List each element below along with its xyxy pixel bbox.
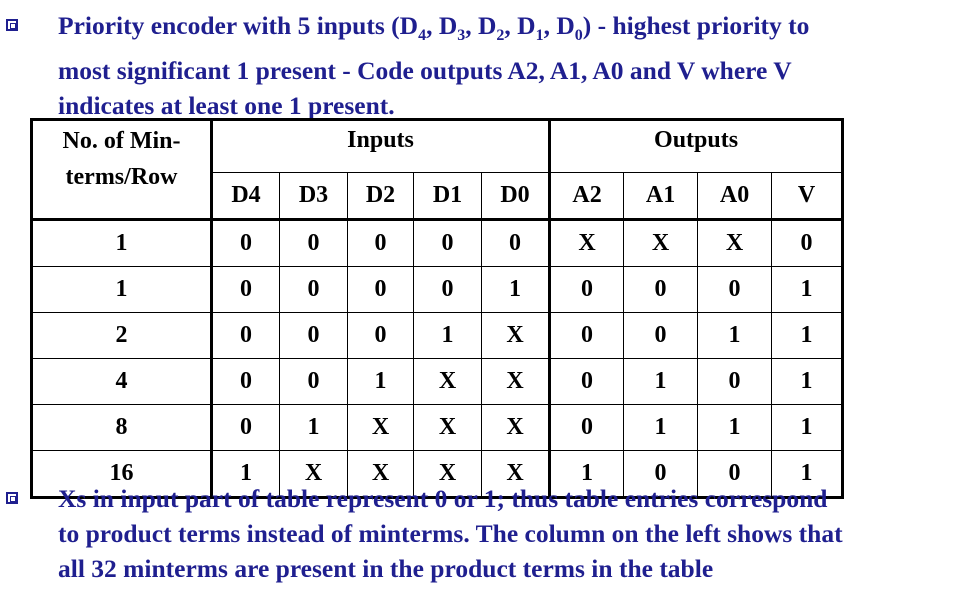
minterm-count-cell: 1 [31,219,213,267]
column-header-d1: D1 [413,172,482,221]
output-cell: 0 [771,219,844,267]
table-header-group-row: No. of Min- terms/Row Inputs Outputs [31,119,844,221]
input-cell: 0 [211,266,280,313]
column-header-d3: D3 [279,172,348,221]
output-cell: 1 [771,358,844,405]
input-cell: 0 [211,312,280,359]
output-cell: 1 [697,404,773,451]
input-cell: 0 [347,266,414,313]
output-cell: 0 [549,404,625,451]
output-cell: X [697,219,773,267]
input-cell: 0 [211,404,280,451]
output-cell: 0 [549,358,625,405]
text-segment: , D [543,11,575,40]
text-segment: Priority encoder with 5 inputs (D [58,11,419,40]
output-cell: 0 [549,312,625,359]
bullet-text-2: Xs in input part of table represent 0 or… [58,481,843,586]
corner-header-line-2: terms/Row [65,164,178,190]
input-cell: 1 [413,312,482,359]
input-cell: 0 [211,358,280,405]
bullet-2-line-1: Xs in input part of table represent 0 or… [58,484,828,513]
input-cell: 0 [279,219,348,267]
table-row: 4001XX0101 [31,358,844,405]
input-cell: 1 [279,404,348,451]
output-cell: X [549,219,625,267]
table-body: 100000XXX0100001000120001X00114001XX0101… [31,219,844,498]
column-header-a1: A1 [623,172,699,221]
column-header-d4: D4 [211,172,280,221]
minterms-per-row-header: No. of Min- terms/Row [31,119,213,221]
input-cell: X [413,358,482,405]
input-cell: 0 [211,219,280,267]
input-cell: 0 [279,358,348,405]
input-cell: X [480,358,552,405]
input-cell: 1 [347,358,414,405]
bullet-2-line-3: all 32 minterms are present in the produ… [58,554,714,583]
output-cell: 0 [549,266,625,313]
output-cell: X [623,219,699,267]
minterm-count-cell: 4 [31,358,213,405]
bullet-2-line-2: to product terms instead of minterms. Th… [58,519,843,548]
input-cell: 1 [480,266,552,313]
output-cell: 1 [623,358,699,405]
input-cell: 0 [413,266,482,313]
output-cell: 1 [771,404,844,451]
input-cell: X [347,404,414,451]
input-cell: 0 [279,312,348,359]
input-cell: X [413,404,482,451]
bullet-text-1: Priority encoder with 5 inputs (D4, D3, … [58,8,809,123]
minterm-count-cell: 2 [31,312,213,359]
subscript: 0 [574,27,583,45]
bullet-marker-1 [6,19,18,31]
subscript: 1 [535,27,544,45]
output-cell: 1 [697,312,773,359]
text-segment: , D [426,11,458,40]
bullet-1-line-2: most significant 1 present - Code output… [58,56,792,86]
output-cell: 1 [771,266,844,313]
column-header-d0: D0 [480,172,552,221]
output-cell: 0 [623,312,699,359]
text-segment: , D [504,11,536,40]
input-cell: X [480,312,552,359]
text-segment: ) - highest priority to [582,11,810,40]
column-header-d2: D2 [347,172,414,221]
minterm-count-cell: 1 [31,266,213,313]
minterm-count-cell: 8 [31,404,213,451]
priority-encoder-truth-table: No. of Min- terms/Row Inputs Outputs D4 D… [30,118,845,499]
input-cell: 0 [480,219,552,267]
text-segment: , D [465,11,497,40]
output-cell: 1 [771,312,844,359]
column-header-a0: A0 [697,172,773,221]
outputs-group-header: Outputs [549,119,844,173]
column-header-v: V [771,172,844,221]
output-cell: 0 [697,358,773,405]
subscript: 4 [418,27,427,45]
bullet-marker-2 [6,492,18,504]
input-cell: X [480,404,552,451]
inputs-group-header: Inputs [210,119,552,173]
corner-header-line-1: No. of Min- [62,128,181,154]
table-row: 801XXX0111 [31,404,844,451]
output-cell: 1 [623,404,699,451]
input-cell: 0 [347,312,414,359]
output-cell: 0 [623,266,699,313]
column-header-a2: A2 [549,172,625,221]
output-cell: 0 [697,266,773,313]
input-cell: 0 [347,219,414,267]
input-cell: 0 [413,219,482,267]
bullet-1-line-1: Priority encoder with 5 inputs (D4, D3, … [58,8,809,53]
table-row: 100000XXX0 [31,219,844,267]
table-row: 1000010001 [31,266,844,313]
input-cell: 0 [279,266,348,313]
table-row: 20001X0011 [31,312,844,359]
